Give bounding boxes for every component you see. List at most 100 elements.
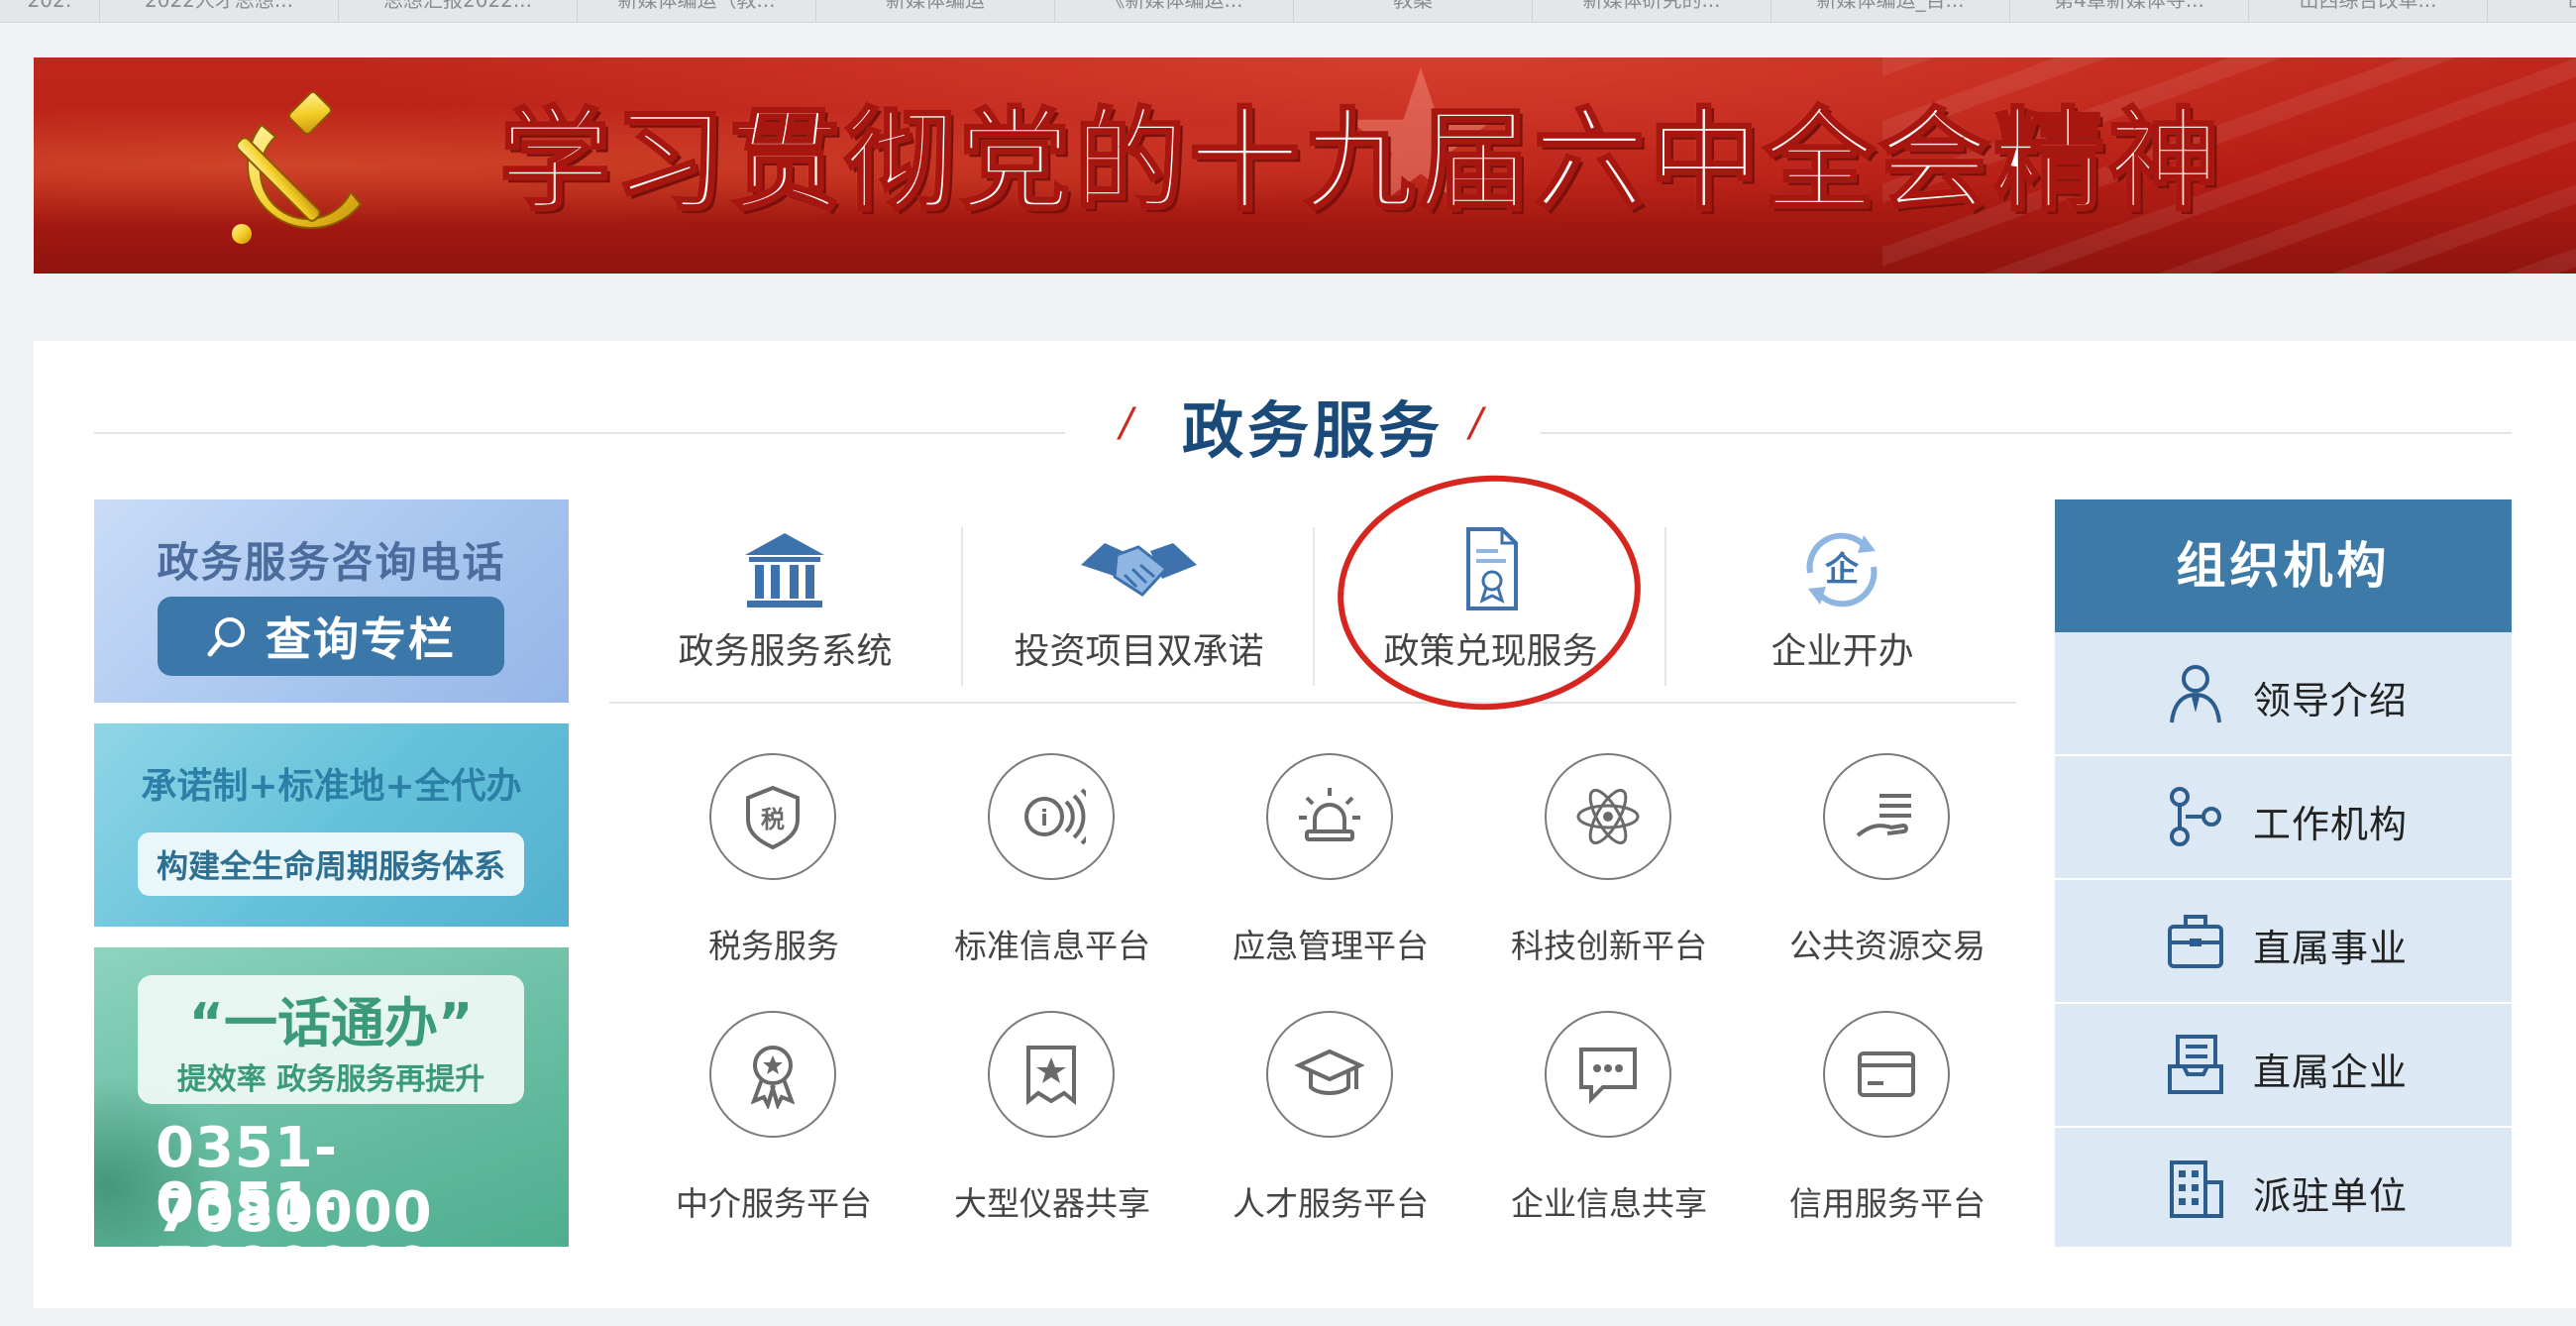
org-item-direct-institutions[interactable]: 直属事业 (2055, 880, 2512, 1004)
service-enterprise-info[interactable]: 企业信息共享 (1469, 1011, 1749, 1249)
service-label: 大型仪器共享 (954, 1184, 1150, 1223)
commitment-subtitle: 构建全生命周期服务体系 (138, 832, 524, 896)
svg-text:i: i (1040, 807, 1048, 831)
enterprise-stack-icon (2168, 1035, 2223, 1094)
service-instrument-sharing[interactable]: 大型仪器共享 (912, 1011, 1192, 1249)
divider (1541, 432, 2512, 434)
graduation-cap-icon (1295, 1049, 1364, 1095)
service-label: 信用服务平台 (1789, 1184, 1986, 1223)
bookmark-item[interactable]: 新媒体编运（教... (578, 0, 816, 22)
bookmark-item[interactable]: 2022人才思想... (100, 0, 339, 22)
org-item-work-agencies[interactable]: 工作机构 (2055, 756, 2512, 880)
svg-text:企: 企 (1825, 550, 1860, 590)
icon-circle (1823, 1011, 1950, 1138)
query-column-button[interactable]: 查询专栏 (158, 597, 504, 676)
icon-circle (1545, 753, 1671, 880)
org-item-label: 工作机构 (2253, 803, 2409, 846)
bookmark-item[interactable]: 思想汇报2022... (339, 0, 578, 22)
service-talent[interactable]: 人才服务平台 (1191, 1011, 1470, 1249)
org-item-label: 直属企业 (2253, 1050, 2409, 1094)
service-label: 企业开办 (1771, 631, 1914, 672)
bookmark-item[interactable]: 第4章新媒体寻... (2010, 0, 2249, 22)
chat-bubble-icon (1579, 1048, 1637, 1104)
credit-card-icon (1858, 1051, 1915, 1097)
office-building-icon (2170, 1160, 2223, 1218)
service-tax[interactable]: 税 税务服务 (634, 753, 913, 991)
consult-title: 政务服务咨询电话 (157, 538, 506, 587)
info-broadcast-icon: i (1024, 788, 1086, 845)
leader-person-icon (2170, 665, 2221, 723)
bookmark-item[interactable]: 新媒体研究的... (1533, 0, 1771, 22)
service-label: 标准信息平台 (954, 927, 1150, 965)
service-label: 公共资源交易 (1789, 927, 1986, 965)
phone-number: 0351-7090000 (156, 1171, 432, 1247)
org-item-dispatched-units[interactable]: 派驻单位 (2055, 1128, 2512, 1250)
bookmark-item[interactable]: 教案 (1294, 0, 1533, 22)
bookmark-item[interactable]: 《新媒体编运... (1055, 0, 1294, 22)
search-icon (207, 617, 245, 657)
alarm-siren-icon (1299, 788, 1360, 841)
org-title[interactable]: 组织机构 (2055, 499, 2512, 632)
service-standard-info[interactable]: i 标准信息平台 (912, 753, 1192, 991)
bookmark-item[interactable]: 山西综合改革... (2249, 0, 2488, 22)
bookmark-item[interactable]: 202: (0, 0, 100, 22)
bookmarks-bar: 202: 2022人才思想... 思想汇报2022... 新媒体编运（教... … (0, 0, 2576, 23)
service-label: 税务服务 (708, 927, 839, 965)
org-item-label: 派驻单位 (2253, 1174, 2409, 1218)
service-enterprise-setup[interactable]: 企 企业开办 (1666, 515, 2018, 674)
service-public-resource[interactable]: 公共资源交易 (1748, 753, 2027, 991)
service-label: 应急管理平台 (1233, 927, 1429, 965)
service-gov-system[interactable]: 政务服务系统 (609, 515, 961, 674)
service-intermediary[interactable]: 中介服务平台 (634, 1011, 913, 1249)
icon-circle (1266, 753, 1393, 880)
icon-circle (1545, 1011, 1671, 1138)
service-credit[interactable]: 信用服务平台 (1748, 1011, 2027, 1249)
service-tech-innovation[interactable]: 科技创新平台 (1469, 753, 1749, 991)
icon-circle (709, 1011, 836, 1138)
hotline-subtitle: 提效率 政务服务再提升 (176, 1062, 485, 1097)
service-investment-commitment[interactable]: 投资项目双承诺 (963, 515, 1315, 674)
atom-icon (1576, 788, 1640, 845)
query-column-label: 查询专栏 (266, 612, 456, 666)
commitment-card[interactable]: 承诺制+标准地+全代办 构建全生命周期服务体系 (94, 723, 569, 927)
svg-text:税: 税 (761, 806, 785, 833)
service-label: 政务服务系统 (678, 631, 893, 672)
icon-circle: i (988, 753, 1115, 880)
decor-slash: / (1469, 400, 1483, 446)
decor-slash: / (1120, 400, 1133, 446)
bookmark-item[interactable]: 新媒体编运 (816, 0, 1055, 22)
service-label: 投资项目双承诺 (1014, 631, 1264, 672)
service-label: 科技创新平台 (1511, 927, 1707, 965)
service-emergency[interactable]: 应急管理平台 (1191, 753, 1470, 991)
icon-circle (988, 1011, 1115, 1138)
hotline-title: “一话通办” (188, 992, 474, 1054)
bookmark-item[interactable]: 新媒体编运_百... (1771, 0, 2010, 22)
hand-document-icon (1856, 794, 1911, 837)
section-title: 政务服务 (1181, 394, 1444, 467)
party-banner[interactable]: 学习贯彻党的十九届六中全会精神 (34, 57, 2576, 274)
org-item-direct-enterprises[interactable]: 直属企业 (2055, 1004, 2512, 1128)
consult-hotline-card[interactable]: 政务服务咨询电话 查询专栏 (94, 499, 569, 703)
government-building-icon (745, 533, 824, 608)
enterprise-refresh-icon: 企 (1806, 532, 1878, 608)
org-item-label: 直属事业 (2253, 927, 2409, 970)
section-header: / 政务服务 / (94, 387, 2512, 486)
top-services-row: 政务服务系统 投资项目双承诺 政策兑现服务 企 企业开办 (609, 515, 2016, 704)
briefcase-icon (2168, 915, 2223, 968)
divider (94, 432, 1065, 434)
bookmark-item[interactable]: 山西科... (2488, 0, 2576, 22)
hammer-sickle-icon (232, 91, 363, 244)
award-ribbon-icon (750, 1046, 796, 1109)
org-item-leaders[interactable]: 领导介绍 (2055, 632, 2512, 756)
icon-circle (1823, 753, 1950, 880)
tax-shield-icon: 税 (746, 785, 800, 850)
handshake-icon (1081, 543, 1197, 597)
hotline-card-inner: “一话通办” 提效率 政务服务再提升 (138, 975, 524, 1104)
star-bookmark-icon (1026, 1046, 1076, 1106)
org-panel: 组织机构 领导介绍 工作机构 直属事业 直属企业 派驻单位 (2055, 499, 2512, 1247)
icon-circle: 税 (709, 753, 836, 880)
divider (609, 702, 2016, 704)
commitment-title: 承诺制+标准地+全代办 (141, 766, 522, 807)
hotline-card[interactable]: “一话通办” 提效率 政务服务再提升 0351-7080000 0351-709… (94, 947, 569, 1247)
service-label: 人才服务平台 (1233, 1184, 1429, 1223)
